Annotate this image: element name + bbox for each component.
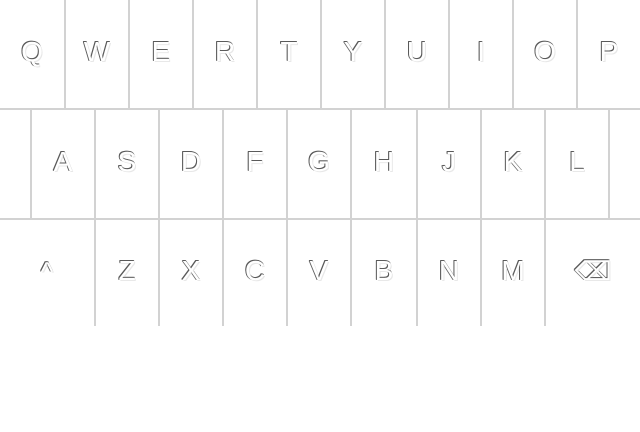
key-l[interactable]: L (546, 110, 610, 218)
key-label: H (373, 146, 395, 177)
keyboard-row-3: ^ Z X C V B N M ⌫ (0, 220, 640, 326)
key-label: J (442, 146, 456, 177)
key-n[interactable]: N (418, 220, 482, 326)
key-label: Z (118, 255, 136, 286)
key-label: R (214, 36, 236, 67)
key-label: A (53, 146, 73, 177)
key-label: O (534, 36, 556, 67)
key-label: D (180, 146, 202, 177)
key-b[interactable]: B (352, 220, 418, 326)
key-label: F (246, 146, 264, 177)
key-q[interactable]: Q (0, 0, 66, 108)
key-label: L (569, 146, 585, 177)
backspace-key[interactable]: ⌫ (546, 220, 640, 326)
key-p[interactable]: P (578, 0, 640, 108)
key-i[interactable]: I (450, 0, 514, 108)
key-label: C (244, 255, 266, 286)
shift-key[interactable]: ^ (0, 220, 96, 326)
backspace-icon: ⌫ (574, 256, 612, 286)
key-label: I (477, 36, 485, 67)
key-label: U (406, 36, 428, 67)
key-g[interactable]: G (288, 110, 352, 218)
on-screen-keyboard: Q W E R T Y U I O P A S D F G H J K L ^ … (0, 0, 640, 327)
key-label: E (151, 36, 171, 67)
key-w[interactable]: W (66, 0, 130, 108)
key-s[interactable]: S (96, 110, 160, 218)
key-label: N (438, 255, 460, 286)
key-v[interactable]: V (288, 220, 352, 326)
key-label: P (599, 36, 619, 67)
key-label: K (503, 146, 523, 177)
key-h[interactable]: H (352, 110, 418, 218)
key-r[interactable]: R (194, 0, 258, 108)
key-k[interactable]: K (482, 110, 546, 218)
key-z[interactable]: Z (96, 220, 160, 326)
keyboard-row-2: A S D F G H J K L (0, 110, 640, 220)
key-label: Q (21, 36, 43, 67)
key-f[interactable]: F (224, 110, 288, 218)
key-u[interactable]: U (386, 0, 450, 108)
key-m[interactable]: M (482, 220, 546, 326)
key-a[interactable]: A (32, 110, 96, 218)
key-e[interactable]: E (130, 0, 194, 108)
key-c[interactable]: C (224, 220, 288, 326)
key-label: W (83, 36, 111, 67)
key-x[interactable]: X (160, 220, 224, 326)
key-j[interactable]: J (418, 110, 482, 218)
key-t[interactable]: T (258, 0, 322, 108)
shift-icon: ^ (40, 256, 54, 286)
keyboard-row-1: Q W E R T Y U I O P (0, 0, 640, 110)
key-d[interactable]: D (160, 110, 224, 218)
key-label: X (181, 255, 201, 286)
row-2-left-spacer (0, 110, 32, 218)
key-label: Y (343, 36, 363, 67)
key-label: M (501, 255, 525, 286)
row-2-right-spacer (610, 110, 640, 218)
key-label: T (280, 36, 298, 67)
key-label: G (308, 146, 330, 177)
key-label: S (117, 146, 137, 177)
key-y[interactable]: Y (322, 0, 386, 108)
key-o[interactable]: O (514, 0, 578, 108)
key-label: V (309, 255, 329, 286)
key-label: B (374, 255, 394, 286)
